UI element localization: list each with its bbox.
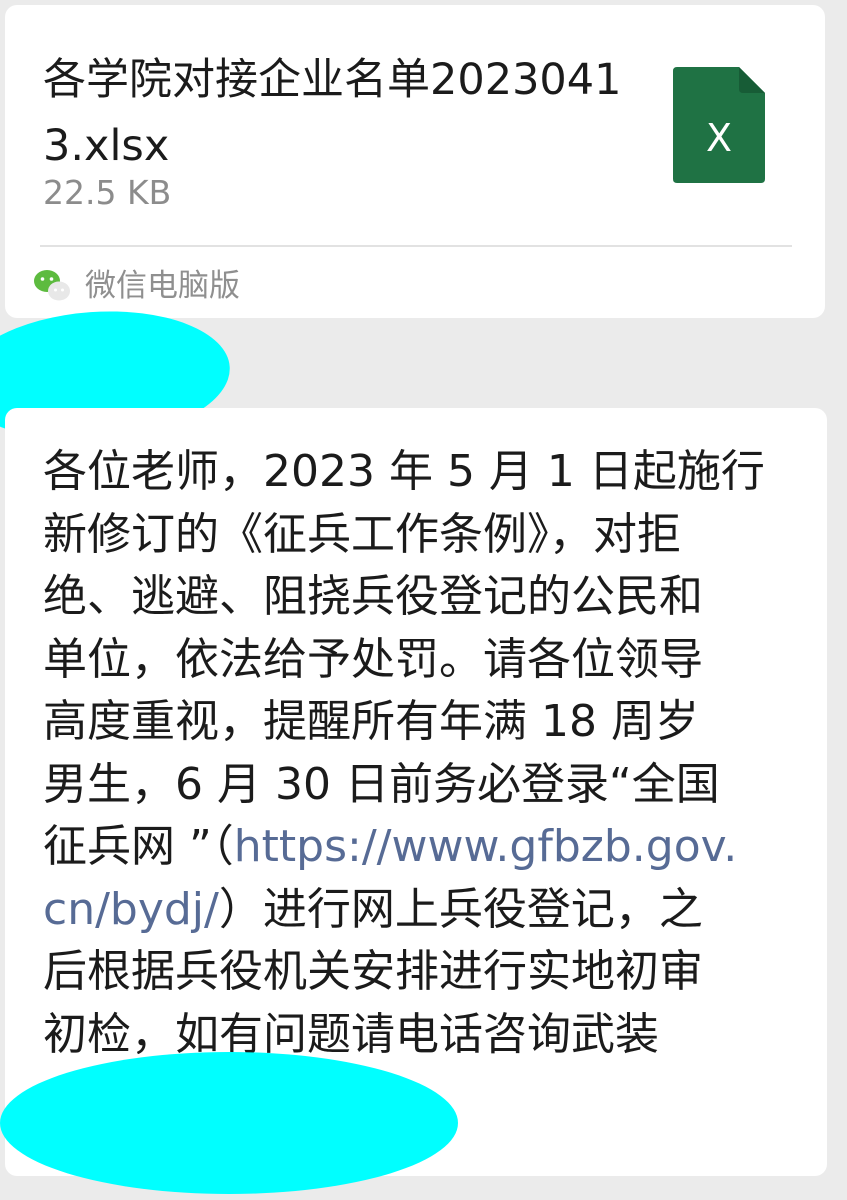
excel-icon-letter: X bbox=[706, 116, 732, 160]
message-text-part1: 各位老师，2023 年 5 月 1 日起施行 新修订的《征兵工作条例》，对拒 绝… bbox=[43, 446, 765, 872]
file-size: 22.5 KB bbox=[43, 173, 172, 212]
excel-file-icon: X bbox=[673, 67, 765, 183]
source-label: 微信电脑版 bbox=[85, 268, 240, 304]
file-message-bubble[interactable]: 各学院对接企业名单20230413.xlsx 22.5 KB X 微信电脑版 bbox=[5, 5, 825, 318]
message-text: 各位老师，2023 年 5 月 1 日起施行 新修订的《征兵工作条例》，对拒 绝… bbox=[43, 441, 795, 1066]
redaction-mark bbox=[0, 1052, 458, 1194]
wechat-icon bbox=[34, 270, 70, 301]
divider bbox=[40, 245, 792, 247]
file-name: 各学院对接企业名单20230413.xlsx bbox=[43, 55, 622, 171]
